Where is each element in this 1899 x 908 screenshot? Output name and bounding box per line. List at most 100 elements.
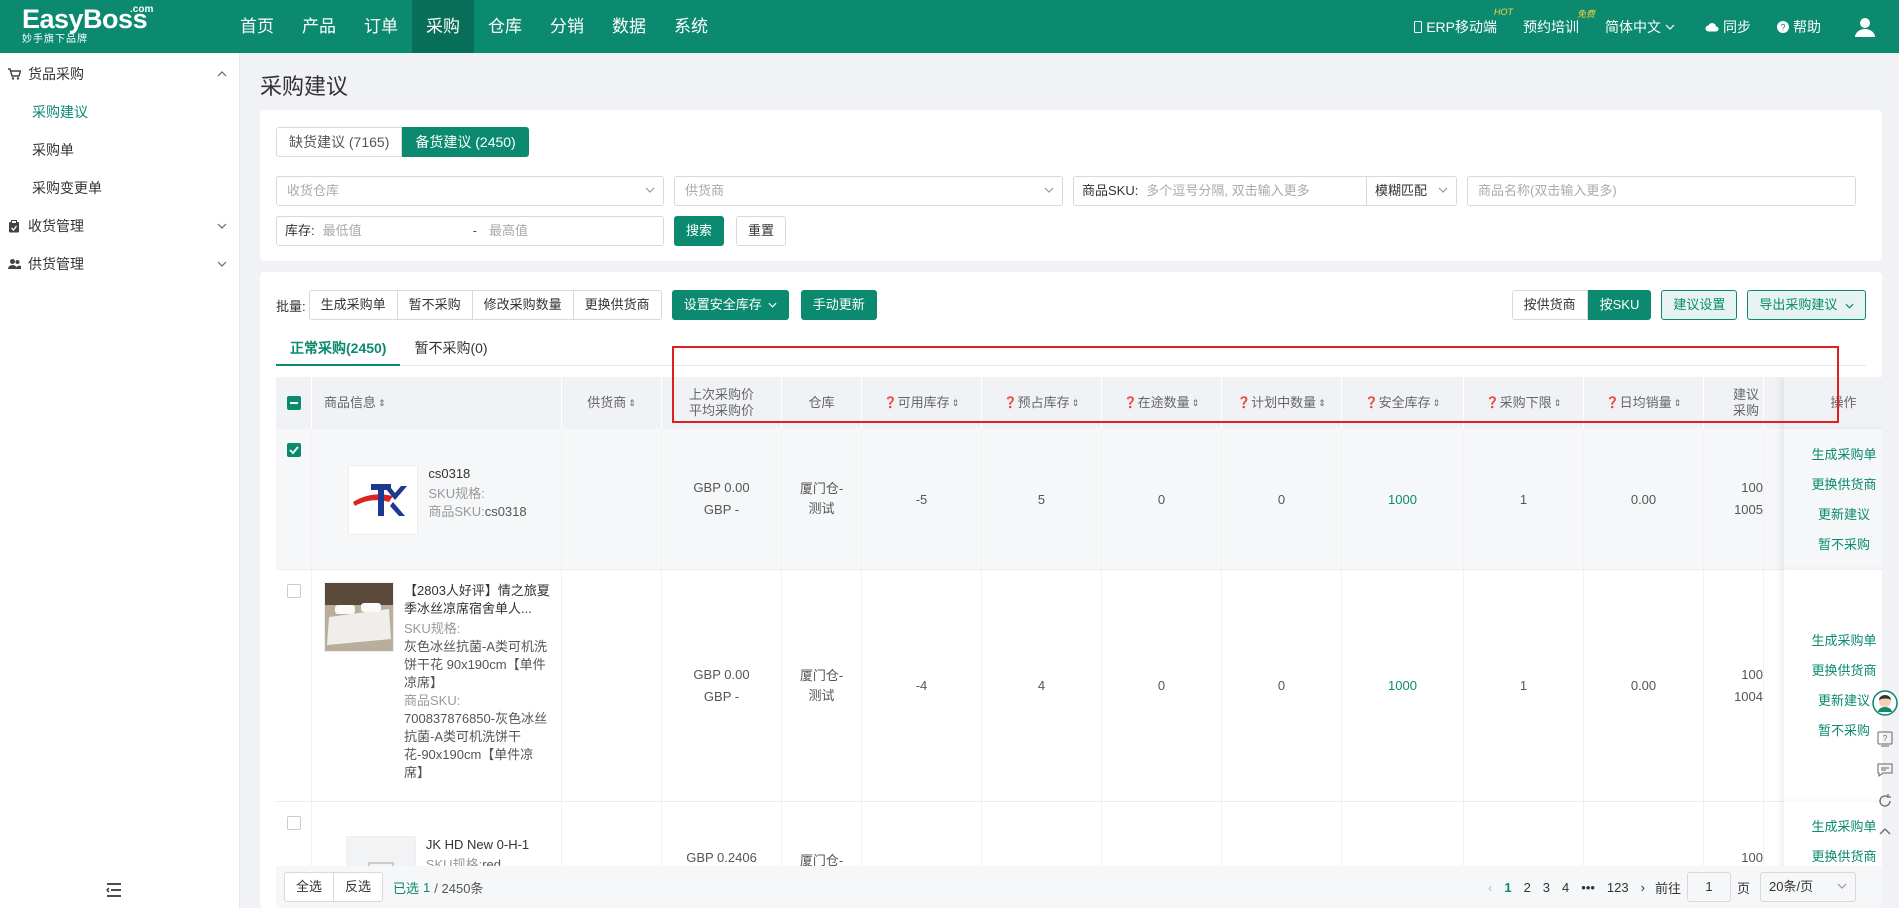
nav-purchase[interactable]: 采购 [412,0,474,53]
filter-panel: 缺货建议 (7165) 备货建议 (2450) 收货仓库 供货商 商品SKU: … [260,110,1882,261]
bulk-pause-button[interactable]: 暂不采购 [396,290,473,320]
view-by-supplier-button[interactable]: 按供货商 [1511,290,1588,320]
view-by-sku-button[interactable]: 按SKU [1587,290,1652,320]
erp-mobile-link[interactable]: ERP移动端 HOT [1414,7,1513,37]
select-all-button[interactable]: 全选 [284,872,335,902]
free-badge: 免费 [1576,8,1595,19]
page-ellipsis[interactable]: ••• [1581,880,1595,895]
feedback-icon[interactable]: ? [1877,731,1893,750]
planning-cell: 0 [1222,570,1342,801]
support-avatar[interactable] [1872,690,1898,719]
nav-warehouse[interactable]: 仓库 [474,0,536,53]
nav-home[interactable]: 首页 [226,0,288,53]
prev-page-icon[interactable]: ‹ [1488,880,1492,895]
header-safety-stock[interactable]: ❓ 安全库存 ⇕ [1342,377,1464,429]
match-mode-select[interactable]: 模糊匹配 [1366,177,1456,205]
tab-normal-purchase[interactable]: 正常采购(2450) [276,336,401,366]
nav-product[interactable]: 产品 [288,0,350,53]
product-image[interactable] [348,465,419,535]
next-page-icon[interactable]: › [1641,880,1645,895]
manual-update-button[interactable]: 手动更新 [800,290,877,320]
help-icon: ❓ [1364,397,1379,409]
update-suggestion-link[interactable]: 更新建议 [1818,500,1870,530]
row-checkbox[interactable] [286,584,301,598]
training-link[interactable]: 预约培训 免费 [1523,9,1595,37]
row-select[interactable] [276,570,312,801]
avg-price: GBP - [703,688,740,704]
sku-input[interactable]: 多个逗号分隔, 双击输入更多 [1146,177,1366,205]
page-2[interactable]: 2 [1524,880,1531,895]
header-supplier[interactable]: 供货商 ⇕ [562,377,662,429]
header-product-info[interactable]: 商品信息 ⇕ [312,377,562,429]
sidebar-group-receiving[interactable]: 收货管理 [0,207,239,245]
stock-min-input[interactable]: 最低值 [315,217,465,245]
nav-order[interactable]: 订单 [350,0,412,53]
create-order-link[interactable]: 生成采购单 [1811,626,1876,656]
language-select[interactable]: 简体中文 [1605,17,1679,37]
sync-button[interactable]: 同步 [1705,17,1751,37]
tab-paused-purchase[interactable]: 暂不采购(0) [400,336,501,366]
set-safety-stock-button[interactable]: 设置安全库存 [671,290,789,320]
sidebar-item-purchase-order[interactable]: 采购单 [0,131,239,169]
nav-data[interactable]: 数据 [598,0,660,53]
product-image[interactable] [324,582,394,652]
invert-selection-button[interactable]: 反选 [333,872,384,902]
header-planning[interactable]: ❓ 计划中数量 ⇕ [1222,377,1342,429]
header-select-all[interactable] [276,377,312,429]
header-in-transit[interactable]: ❓ 在途数量 ⇕ [1102,377,1222,429]
nav-distribution[interactable]: 分销 [536,0,598,53]
reset-button[interactable]: 重置 [736,216,787,246]
bulk-change-supplier-button[interactable]: 更换供货商 [572,290,662,320]
sidebar-item-purchase-change[interactable]: 采购变更单 [0,169,239,207]
refresh-icon[interactable] [1877,793,1893,812]
search-button[interactable]: 搜索 [674,216,725,246]
sidebar-group-supply[interactable]: 供货管理 [0,245,239,283]
nav-system[interactable]: 系统 [660,0,722,53]
collapse-up-icon[interactable] [1877,824,1893,843]
header-daily-sales[interactable]: ❓ 日均销量 ⇕ [1584,377,1704,429]
safety-stock-cell[interactable]: 1000 [1342,429,1464,569]
pause-purchase-link[interactable]: 暂不采购 [1818,716,1870,746]
safety-stock-cell[interactable]: 1000 [1342,570,1464,801]
create-order-link[interactable]: 生成采购单 [1811,440,1876,470]
tab-stock-suggestion[interactable]: 备货建议 (2450) [402,127,529,157]
user-avatar[interactable] [1855,17,1879,37]
warehouse-select[interactable]: 收货仓库 [276,176,664,206]
stock-max-input[interactable]: 最高值 [477,217,627,245]
page-size-select[interactable]: 20条/页 [1760,872,1856,902]
message-icon[interactable] [1877,762,1893,781]
sidebar-item-purchase-suggestion[interactable]: 采购建议 [0,93,239,131]
sidebar-collapse-button[interactable] [106,883,122,900]
bulk-create-order-button[interactable]: 生成采购单 [308,290,398,320]
page-jump-input[interactable]: 1 [1686,872,1731,902]
create-order-link[interactable]: 生成采购单 [1811,812,1876,842]
update-suggestion-link[interactable]: 更新建议 [1818,686,1870,716]
change-supplier-link[interactable]: 更换供货商 [1811,470,1876,500]
select-all-checkbox[interactable] [286,396,301,410]
selected-prefix: 已选 [393,880,420,896]
pause-purchase-link[interactable]: 暂不采购 [1818,530,1870,560]
supplier-select[interactable]: 供货商 [674,176,1063,206]
set-safety-stock-label: 设置安全库存 [683,297,762,312]
page-3[interactable]: 3 [1543,880,1550,895]
page-4[interactable]: 4 [1562,880,1569,895]
page-last[interactable]: 123 [1607,880,1629,895]
row-checkbox[interactable] [286,816,301,830]
header-label: 商品信息 [324,395,377,410]
sidebar-group-goods-purchase[interactable]: 货品采购 [0,55,239,93]
export-suggestion-button[interactable]: 导出采购建议 [1747,290,1866,320]
change-supplier-link[interactable]: 更换供货商 [1811,656,1876,686]
brand-logo[interactable]: EasyBoss .com 妙手旗下品牌 [22,4,162,50]
row-checkbox[interactable] [286,443,301,457]
product-name-input[interactable]: 商品名称(双击输入更多) [1467,176,1856,206]
row-select[interactable] [276,429,312,569]
page-1[interactable]: 1 [1504,880,1511,895]
bulk-modify-qty-button[interactable]: 修改采购数量 [471,290,574,320]
suggestion-settings-button[interactable]: 建议设置 [1661,290,1738,320]
tab-shortage-suggestion[interactable]: 缺货建议 (7165) [276,127,403,157]
help-label: 帮助 [1793,18,1821,35]
header-reserved-stock[interactable]: ❓ 预占库存 ⇕ [982,377,1102,429]
help-button[interactable]: ? 帮助 [1777,17,1821,37]
header-available-stock[interactable]: ❓ 可用库存 ⇕ [862,377,982,429]
header-purchase-lower[interactable]: ❓ 采购下限 ⇕ [1464,377,1584,429]
